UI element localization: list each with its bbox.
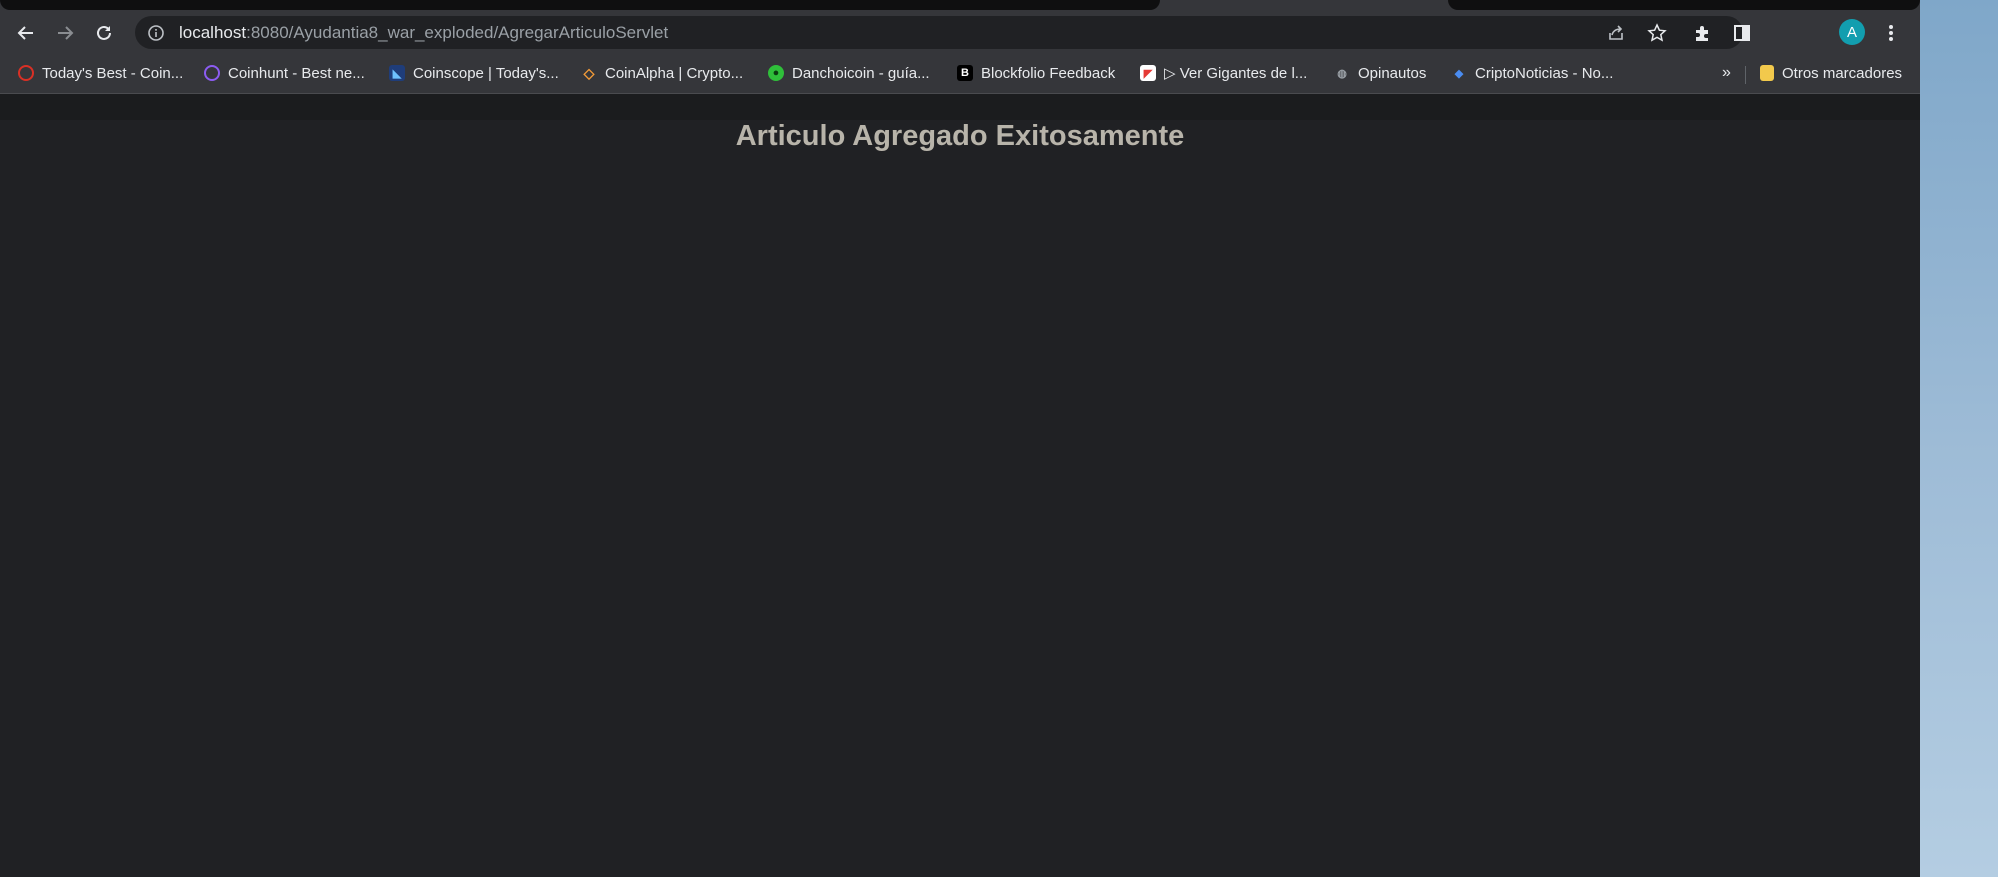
coinscope-icon: ◣ — [389, 65, 405, 81]
kebab-menu-icon — [1889, 25, 1893, 41]
reload-button[interactable] — [89, 18, 119, 48]
arrow-left-icon — [17, 26, 33, 40]
share-icon — [1609, 25, 1623, 40]
overflow-chevron-icon: » — [1722, 64, 1731, 81]
address-bar[interactable]: localhost:8080/Ayudantia8_war_exploded/A… — [135, 16, 1743, 49]
page-content: Articulo Agregado Exitosamente — [0, 94, 1920, 877]
bookmark-item[interactable]: Today's Best - Coin... — [18, 62, 183, 84]
bookmark-label: Coinhunt - Best ne... — [228, 64, 365, 82]
tab-inactive[interactable] — [1448, 0, 1920, 10]
bookmark-item[interactable]: ◍ Opinautos — [1334, 62, 1426, 84]
bookmark-item[interactable]: ◤ ▷ Ver Gigantes de l... — [1140, 62, 1307, 84]
bookmark-item[interactable]: ● Danchoicoin - guía... — [768, 62, 930, 84]
bookmark-label: Coinscope | Today's... — [413, 64, 559, 82]
reload-icon — [97, 25, 111, 40]
forward-button[interactable] — [50, 18, 80, 48]
arrow-right-icon — [58, 26, 74, 40]
opinautos-icon: ◍ — [1337, 67, 1347, 80]
share-button[interactable] — [1605, 22, 1627, 44]
bookmark-label: Today's Best - Coin... — [42, 64, 184, 82]
blockfolio-icon: B — [957, 65, 973, 81]
bookmark-label: ▷ Ver Gigantes de l... — [1164, 65, 1308, 82]
bookmarks-bar: Today's Best - Coin... Coinhunt - Best n… — [0, 52, 1920, 94]
url-host: localhost — [179, 23, 247, 42]
menu-button[interactable] — [1878, 20, 1904, 46]
bookmark-star-button[interactable] — [1646, 22, 1668, 44]
star-icon — [1647, 23, 1667, 42]
bookmark-label: Opinautos — [1358, 64, 1427, 82]
gigantes-icon: ◤ — [1140, 65, 1156, 81]
puzzle-icon — [1696, 26, 1708, 41]
side-panel-button[interactable] — [1729, 20, 1755, 46]
extensions-button[interactable] — [1690, 20, 1716, 46]
profile-avatar[interactable]: A — [1839, 19, 1865, 45]
page-top-band — [0, 94, 1920, 120]
bookmark-item[interactable]: Coinhunt - Best ne... — [204, 62, 365, 84]
back-button[interactable] — [11, 18, 41, 48]
side-panel-icon — [1734, 25, 1750, 41]
url-path: :8080/Ayudantia8_war_exploded/AgregarArt… — [246, 23, 669, 42]
bookmark-item[interactable]: ◆ CriptoNoticias - No... — [1451, 62, 1614, 84]
info-icon[interactable] — [147, 24, 165, 42]
bookmarks-divider — [1745, 66, 1746, 84]
folder-icon — [1760, 65, 1774, 81]
danchoicoin-icon: ● — [768, 65, 784, 81]
bookmark-item[interactable]: B Blockfolio Feedback — [957, 62, 1115, 84]
toolbar: localhost:8080/Ayudantia8_war_exploded/A… — [0, 14, 1920, 52]
other-bookmarks-folder[interactable]: Otros marcadores — [1760, 62, 1902, 84]
bookmark-item[interactable]: ◣ Coinscope | Today's... — [389, 62, 559, 84]
desktop-background — [1920, 0, 1998, 877]
bookmark-label: Danchoicoin - guía... — [792, 64, 930, 82]
tab-inactive[interactable] — [0, 0, 1160, 10]
bookmark-label: Blockfolio Feedback — [981, 64, 1116, 82]
coinalpha-icon: ◇ — [583, 64, 595, 81]
url-text[interactable]: localhost:8080/Ayudantia8_war_exploded/A… — [179, 23, 668, 43]
bookmark-label: CoinAlpha | Crypto... — [605, 64, 744, 82]
bookmark-label: CriptoNoticias - No... — [1475, 64, 1614, 82]
tab-strip — [0, 0, 1920, 14]
bookmark-item[interactable]: ◇ CoinAlpha | Crypto... — [581, 62, 744, 84]
coin-red-icon — [18, 65, 34, 81]
bookmarks-overflow-button[interactable]: » — [1722, 62, 1731, 84]
other-bookmarks-label: Otros marcadores — [1782, 64, 1903, 82]
coinhunt-icon — [204, 65, 220, 81]
page-title: Articulo Agregado Exitosamente — [735, 120, 1185, 152]
criptonoticias-icon: ◆ — [1454, 67, 1464, 80]
browser-window: localhost:8080/Ayudantia8_war_exploded/A… — [0, 0, 1920, 877]
